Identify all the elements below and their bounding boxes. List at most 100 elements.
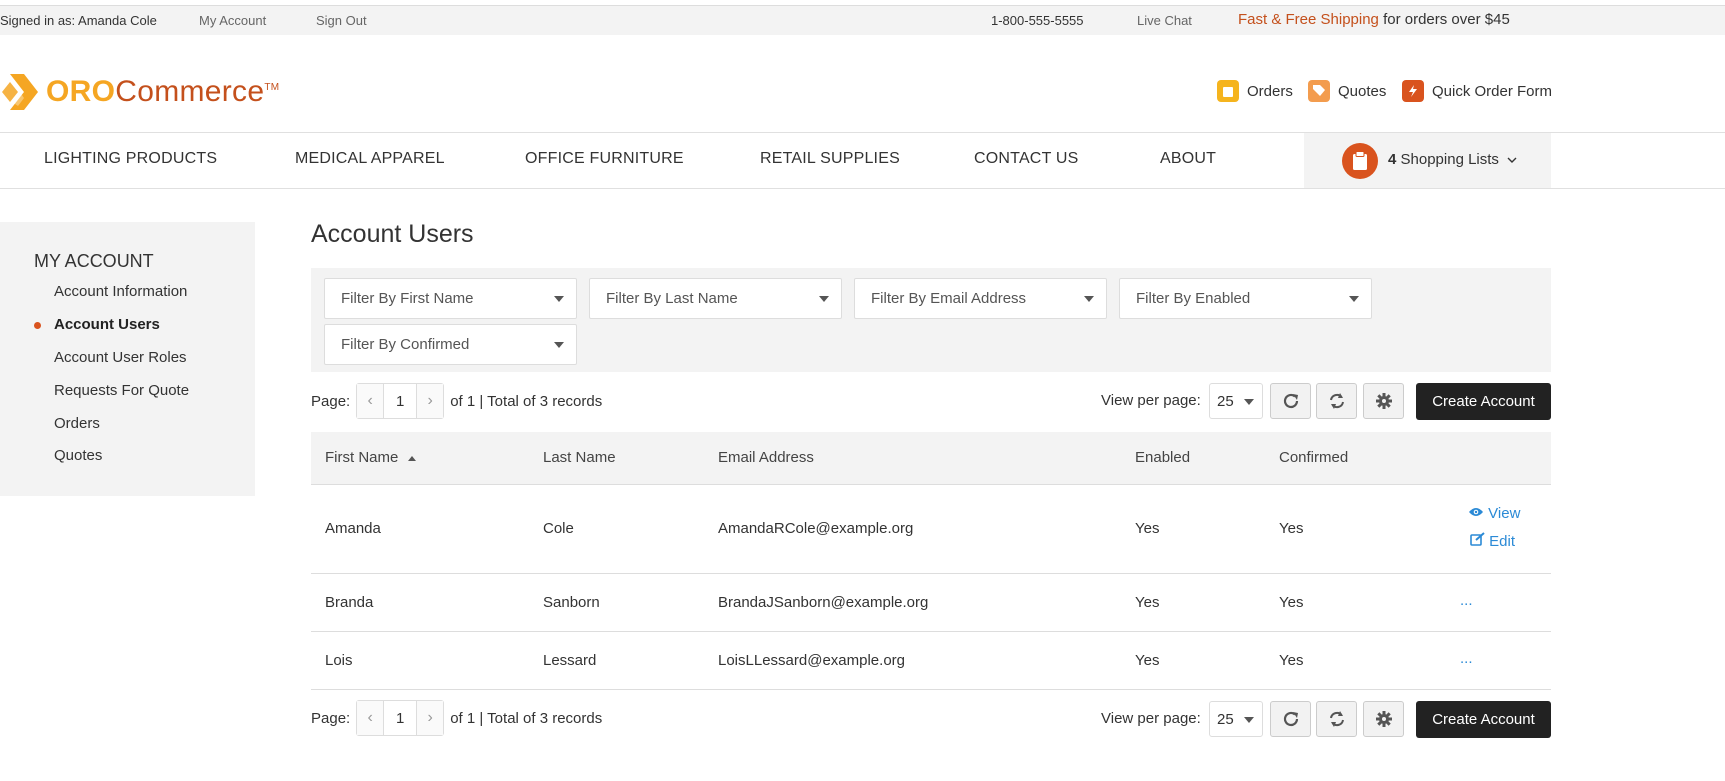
my-account-link[interactable]: My Account (199, 13, 266, 28)
filter-enabled[interactable]: Filter By Enabled (1119, 278, 1372, 319)
sign-out-link[interactable]: Sign Out (316, 13, 367, 28)
filter-first-name-label: Filter By First Name (341, 290, 474, 307)
column-header-last-name[interactable]: Last Name (543, 449, 616, 466)
sidebar-item-account-users[interactable]: Account Users (54, 316, 160, 333)
cell-confirmed: Yes (1279, 520, 1304, 537)
view-action[interactable]: View (1468, 505, 1520, 522)
logo-wordmark: OROCommerceTM (46, 75, 279, 109)
table-row: Amanda Cole AmandaRCole@example.org Yes … (311, 485, 1551, 574)
filter-first-name[interactable]: Filter By First Name (324, 278, 577, 319)
sidebar-item-requests-for-quote[interactable]: Requests For Quote (54, 382, 189, 399)
reset-button[interactable] (1316, 383, 1357, 419)
filter-enabled-label: Filter By Enabled (1136, 290, 1251, 307)
sidebar-item-quotes[interactable]: Quotes (54, 447, 102, 464)
eye-icon (1469, 508, 1483, 516)
create-account-button[interactable]: Create Account (1416, 383, 1551, 420)
per-page-value: 25 (1217, 711, 1234, 728)
logo-tm-text: TM (264, 82, 280, 93)
caret-down-icon (554, 342, 564, 348)
filter-last-name[interactable]: Filter By Last Name (589, 278, 842, 319)
sync-icon (1329, 711, 1344, 727)
page-stepper: ‹ 1 › (356, 383, 445, 419)
per-page-select[interactable]: 25 (1209, 701, 1263, 737)
tag-icon (1308, 80, 1330, 102)
shopping-lists-widget[interactable]: 4 Shopping Lists (1304, 133, 1551, 188)
column-header-email-address[interactable]: Email Address (718, 449, 814, 466)
sidebar-item-account-user-roles[interactable]: Account User Roles (54, 349, 187, 366)
filter-confirmed[interactable]: Filter By Confirmed (324, 324, 577, 365)
cell-confirmed: Yes (1279, 652, 1304, 669)
top-bar: Signed in as: Amanda Cole My Account Sig… (0, 5, 1725, 35)
edit-action-label: Edit (1489, 533, 1516, 550)
live-chat-link[interactable]: Live Chat (1137, 13, 1192, 28)
cell-last-name: Cole (543, 520, 574, 537)
row-actions-menu[interactable]: ... (1460, 592, 1473, 609)
prev-page-icon[interactable]: ‹ (357, 701, 384, 735)
filter-email-label: Filter By Email Address (871, 290, 1027, 307)
per-page-select[interactable]: 25 (1209, 383, 1263, 419)
shopping-lists-count: 4 (1388, 151, 1397, 168)
nav-item-retail-supplies[interactable]: RETAIL SUPPLIES (760, 150, 900, 168)
sidebar-item-orders[interactable]: Orders (54, 415, 100, 432)
create-account-button[interactable]: Create Account (1416, 701, 1551, 738)
gear-icon (1375, 711, 1392, 727)
logo-commerce-text: Commerce (115, 75, 265, 108)
sidebar-item-account-information[interactable]: Account Information (54, 283, 187, 300)
cell-enabled: Yes (1135, 594, 1160, 611)
nav-item-lighting-products[interactable]: LIGHTING PRODUCTS (44, 150, 217, 168)
nav-item-contact-us[interactable]: CONTACT US (974, 150, 1079, 168)
orders-label: Orders (1247, 82, 1293, 100)
table-header: First Name Last Name Email Address Enabl… (311, 432, 1551, 485)
lightning-icon (1402, 80, 1424, 102)
chevron-down-icon (1507, 157, 1517, 163)
next-page-icon[interactable]: › (417, 384, 444, 418)
table-row: Lois Lessard LoisLLessard@example.org Ye… (311, 632, 1551, 690)
quotes-label: Quotes (1338, 82, 1387, 100)
nav-item-medical-apparel[interactable]: MEDICAL APPAREL (295, 150, 445, 168)
first-name-header-label: First Name (325, 449, 399, 466)
logo-oro-text: ORO (46, 75, 116, 108)
row-actions-menu[interactable]: ... (1460, 650, 1473, 667)
column-header-enabled[interactable]: Enabled (1135, 449, 1190, 466)
cell-enabled: Yes (1135, 520, 1160, 537)
caret-down-icon (819, 296, 829, 302)
settings-button[interactable] (1363, 383, 1404, 419)
quotes-link[interactable]: Quotes (1308, 80, 1386, 102)
filter-email-address[interactable]: Filter By Email Address (854, 278, 1107, 319)
column-header-confirmed[interactable]: Confirmed (1279, 449, 1348, 466)
cell-email: LoisLLessard@example.org (718, 652, 905, 669)
page-title: Account Users (311, 220, 474, 248)
filter-last-name-label: Filter By Last Name (606, 290, 738, 307)
phone-number: 1-800-555-5555 (991, 13, 1084, 28)
page-input[interactable]: 1 (383, 701, 418, 735)
promo-rest: for orders over $45 (1383, 11, 1510, 28)
cell-last-name: Lessard (543, 652, 597, 669)
reset-button[interactable] (1316, 701, 1357, 737)
quick-order-form-link[interactable]: Quick Order Form (1402, 80, 1552, 102)
refresh-button[interactable] (1270, 701, 1311, 737)
page-input[interactable]: 1 (383, 384, 418, 418)
nav-item-about[interactable]: ABOUT (1160, 150, 1216, 168)
view-per-page-label: View per page: (1101, 392, 1201, 409)
caret-down-icon (1244, 399, 1254, 405)
prev-page-icon[interactable]: ‹ (357, 384, 384, 418)
caret-down-icon (554, 296, 564, 302)
orders-link[interactable]: Orders (1217, 80, 1293, 102)
quick-order-label: Quick Order Form (1432, 82, 1553, 100)
cell-first-name: Lois (325, 652, 353, 669)
next-page-icon[interactable]: › (417, 701, 444, 735)
cell-email: AmandaRCole@example.org (718, 520, 914, 537)
clipboard-icon (1342, 143, 1378, 179)
page-total-text: of 1 | Total of 3 records (450, 709, 603, 727)
edit-action[interactable]: Edit (1470, 532, 1515, 550)
view-action-label: View (1488, 505, 1521, 522)
site-logo[interactable]: OROCommerceTM (0, 70, 279, 114)
nav-item-office-furniture[interactable]: OFFICE FURNITURE (525, 150, 684, 168)
settings-button[interactable] (1363, 701, 1404, 737)
orders-icon (1217, 80, 1239, 102)
view-per-page-label: View per page: (1101, 710, 1201, 727)
refresh-button[interactable] (1270, 383, 1311, 419)
cell-first-name: Branda (325, 594, 374, 611)
column-header-first-name[interactable]: First Name (325, 449, 417, 466)
sidebar-title: MY ACCOUNT (34, 251, 154, 271)
